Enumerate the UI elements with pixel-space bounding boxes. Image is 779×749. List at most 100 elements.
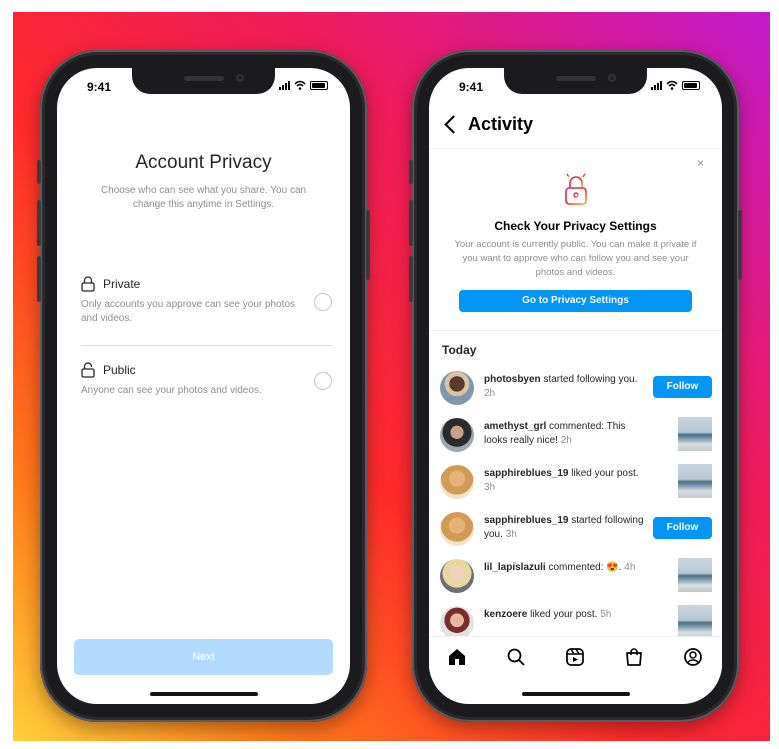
username[interactable]: sapphireblues_19 — [484, 468, 568, 479]
header: Activity — [443, 114, 533, 135]
avatar[interactable] — [440, 559, 474, 593]
option-label: Private — [103, 277, 141, 291]
notch — [132, 68, 275, 94]
activity-message: liked your post. — [568, 468, 639, 479]
username[interactable]: sapphireblues_19 — [484, 515, 568, 526]
back-chevron-icon[interactable] — [444, 115, 463, 134]
option-label: Public — [103, 363, 136, 377]
page-title: Account Privacy — [135, 152, 272, 173]
divider — [81, 345, 332, 346]
activity-text: sapphireblues_19 liked your post. 3h — [484, 467, 644, 495]
avatar[interactable] — [440, 371, 474, 405]
avatar[interactable] — [440, 512, 474, 546]
activity-time: 2h — [560, 435, 572, 446]
volume-down-button — [37, 256, 41, 302]
option-description: Anyone can see your photos and videos. — [81, 385, 262, 396]
status-icons — [651, 80, 700, 90]
section-title: Today — [442, 343, 477, 357]
option-description: Only accounts you approve can see your p… — [81, 299, 296, 324]
front-camera — [608, 74, 616, 82]
power-button — [738, 210, 742, 280]
activity-row[interactable]: sapphireblues_19 liked your post. 3h — [440, 464, 712, 504]
activity-message: started following you. — [540, 374, 638, 385]
header-title: Activity — [468, 114, 534, 134]
activity-text: kenzoere liked your post. 5h — [484, 608, 644, 622]
activity-row[interactable]: lil_lapislazuli commented: 😍. 4h — [440, 558, 712, 598]
next-button[interactable]: Next — [74, 639, 333, 675]
activity-text: amethyst_grl commented: This looks reall… — [484, 420, 644, 448]
private-radio[interactable] — [314, 293, 332, 311]
username[interactable]: lil_lapislazuli — [484, 562, 546, 573]
activity-time: 3h — [484, 482, 496, 493]
section-divider — [429, 330, 722, 331]
activity-text: photosbyen started following you. 2h — [484, 373, 644, 401]
activity-time: 4h — [624, 562, 636, 573]
lock-icon — [81, 276, 95, 292]
prompt-title: Check Your Privacy Settings — [494, 219, 657, 233]
activity-time: 5h — [600, 609, 612, 620]
post-thumbnail[interactable] — [678, 464, 712, 498]
page-description: Choose who can see what you share. You c… — [100, 185, 307, 210]
header-divider — [429, 148, 722, 149]
wifi-icon — [666, 80, 678, 90]
battery-icon — [310, 80, 328, 90]
bottom-nav — [429, 636, 722, 677]
activity-text: lil_lapislazuli commented: 😍. 4h — [484, 561, 644, 575]
option-public[interactable]: Public Anyone can see your photos and vi… — [81, 362, 332, 398]
phone-activity: 9:41 Activity × Check Your Privacy Setti… — [409, 50, 742, 722]
avatar[interactable] — [440, 418, 474, 452]
activity-text: sapphireblues_19 started following you. … — [484, 514, 644, 542]
notch — [504, 68, 647, 94]
status-icons — [279, 80, 328, 90]
username[interactable]: kenzoere — [484, 609, 527, 620]
reels-icon[interactable] — [565, 647, 585, 667]
option-private[interactable]: Private Only accounts you approve can se… — [81, 276, 332, 326]
close-icon[interactable]: × — [697, 156, 704, 170]
home-indicator — [150, 692, 258, 696]
post-thumbnail[interactable] — [678, 558, 712, 592]
unlock-icon — [81, 362, 95, 378]
speaker — [556, 76, 596, 81]
status-time: 9:41 — [87, 80, 112, 94]
shop-icon[interactable] — [624, 647, 644, 667]
public-radio[interactable] — [314, 372, 332, 390]
home-icon[interactable] — [447, 647, 467, 667]
volume-down-button — [409, 256, 413, 302]
search-icon[interactable] — [506, 647, 526, 667]
mute-switch — [37, 160, 41, 184]
signal-icon — [279, 80, 290, 90]
screen: 9:41 Account Privacy Choose who can see … — [57, 68, 350, 704]
follow-button[interactable]: Follow — [653, 517, 712, 539]
activity-message: commented: 😍. — [545, 562, 622, 573]
volume-up-button — [409, 200, 413, 246]
status-time: 9:41 — [459, 80, 484, 94]
go-to-privacy-settings-button[interactable]: Go to Privacy Settings — [459, 290, 692, 312]
phone-account-privacy: 9:41 Account Privacy Choose who can see … — [37, 50, 370, 722]
activity-time: 3h — [505, 529, 517, 540]
username[interactable]: amethyst_grl — [484, 421, 546, 432]
follow-button[interactable]: Follow — [653, 376, 712, 398]
mute-switch — [409, 160, 413, 184]
battery-icon — [682, 80, 700, 90]
username[interactable]: photosbyen — [484, 374, 541, 385]
avatar[interactable] — [440, 606, 474, 640]
prompt-description: Your account is currently public. You ca… — [454, 239, 697, 278]
activity-row[interactable]: sapphireblues_19 started following you. … — [440, 511, 712, 551]
activity-time: 2h — [484, 388, 496, 399]
speaker — [184, 76, 224, 81]
lock-illustration-icon — [565, 171, 587, 205]
activity-message: liked your post. — [527, 609, 598, 620]
post-thumbnail[interactable] — [678, 417, 712, 451]
profile-icon[interactable] — [683, 647, 703, 667]
post-thumbnail[interactable] — [678, 605, 712, 639]
wifi-icon — [294, 80, 306, 90]
home-indicator — [522, 692, 630, 696]
signal-icon — [651, 80, 662, 90]
screen: 9:41 Activity × Check Your Privacy Setti… — [429, 68, 722, 704]
activity-row[interactable]: photosbyen started following you. 2h Fol… — [440, 370, 712, 410]
volume-up-button — [37, 200, 41, 246]
avatar[interactable] — [440, 465, 474, 499]
power-button — [366, 210, 370, 280]
activity-row[interactable]: amethyst_grl commented: This looks reall… — [440, 417, 712, 457]
front-camera — [236, 74, 244, 82]
